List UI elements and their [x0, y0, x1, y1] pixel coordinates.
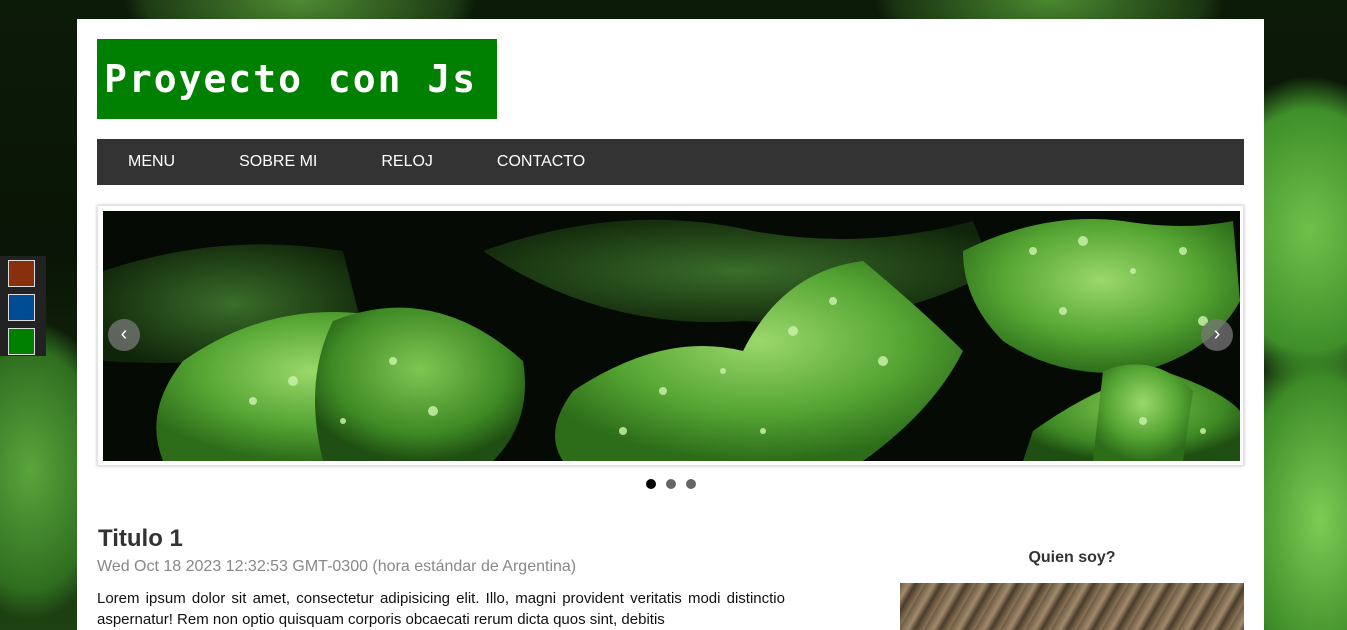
nav-item-menu[interactable]: MENU — [97, 139, 207, 185]
slide-image — [103, 211, 1240, 461]
theme-swatch-red[interactable] — [8, 260, 35, 287]
theme-swatch-green[interactable] — [8, 328, 35, 355]
slider-dot-2[interactable] — [665, 479, 676, 489]
article-date: Wed Oct 18 2023 12:32:53 GMT-0300 (hora … — [97, 558, 577, 575]
article-title: Titulo 1 — [98, 525, 183, 552]
slider-dots — [77, 479, 1264, 489]
leaves-photo — [103, 211, 1240, 461]
article-body: Lorem ipsum dolor sit amet, consectetur … — [97, 590, 785, 628]
slider-prev-button[interactable]: ‹ — [108, 319, 140, 351]
image-slider: ‹ › — [97, 205, 1244, 466]
page-container: Proyecto con Js MENU SOBRE MI RELOJ CONT… — [77, 19, 1264, 630]
slider-dot-1[interactable] — [645, 479, 656, 489]
profile-image — [900, 583, 1244, 630]
nav-item-reloj[interactable]: RELOJ — [349, 139, 465, 185]
chevron-right-icon: › — [1213, 323, 1221, 345]
sidebar-title: Quien soy? — [1028, 549, 1116, 566]
chevron-left-icon: ‹ — [120, 323, 128, 345]
slider-next-button[interactable]: › — [1201, 319, 1233, 351]
theme-switcher — [0, 256, 46, 356]
sidebar: Quien soy? — [900, 539, 1244, 630]
nav-item-contacto[interactable]: CONTACTO — [465, 139, 617, 185]
article: Titulo 1 Wed Oct 18 2023 12:32:53 GMT-03… — [97, 525, 785, 630]
theme-swatch-blue[interactable] — [8, 294, 35, 321]
slider-dot-3[interactable] — [685, 479, 696, 489]
main-nav: MENU SOBRE MI RELOJ CONTACTO — [97, 139, 1244, 185]
nav-item-sobre-mi[interactable]: SOBRE MI — [207, 139, 349, 185]
site-logo[interactable]: Proyecto con Js — [97, 39, 497, 119]
